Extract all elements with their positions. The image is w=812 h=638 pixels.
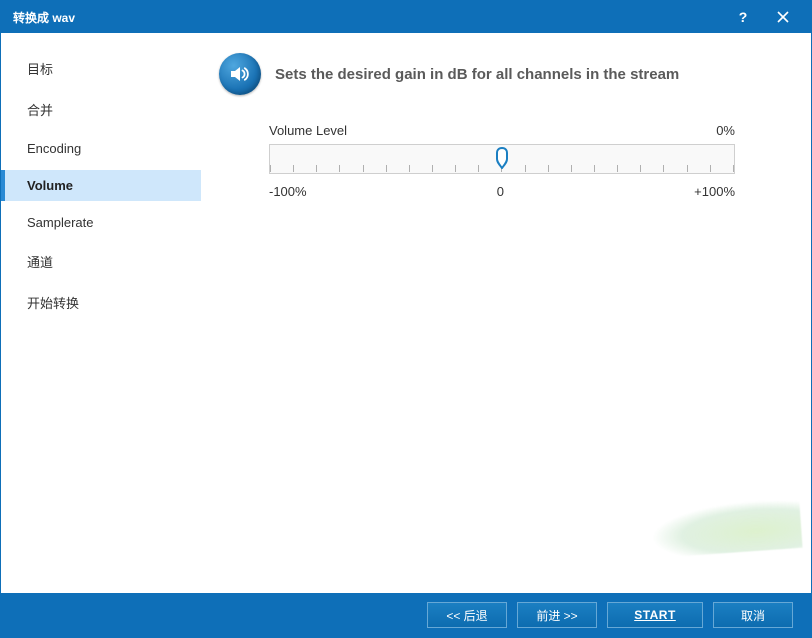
sidebar-item-channels[interactable]: 通道 (1, 244, 201, 279)
sidebar-item-volume[interactable]: Volume (1, 170, 201, 201)
range-min-label: -100% (269, 184, 307, 199)
range-max-label: +100% (694, 184, 735, 199)
volume-label-row: Volume Level 0% (219, 123, 785, 138)
watermark (649, 498, 802, 558)
sidebar-item-encoding[interactable]: Encoding (1, 133, 201, 164)
sidebar: 目标 合并 Encoding Volume Samplerate 通道 开始转换 (1, 33, 201, 593)
page-header: Sets the desired gain in dB for all chan… (219, 53, 785, 95)
close-icon (777, 11, 789, 23)
window-title: 转换成 wav (13, 9, 723, 26)
volume-icon (219, 53, 261, 95)
volume-slider[interactable] (269, 144, 735, 174)
volume-label: Volume Level (269, 123, 347, 138)
main-area: 目标 合并 Encoding Volume Samplerate 通道 开始转换… (1, 33, 811, 593)
next-button[interactable]: 前进 >> (517, 602, 597, 628)
titlebar: 转换成 wav ? (1, 1, 811, 33)
help-button[interactable]: ? (723, 1, 763, 33)
slider-thumb[interactable] (496, 147, 508, 169)
footer: << 后退 前进 >> START 取消 (1, 593, 811, 637)
page-heading: Sets the desired gain in dB for all chan… (275, 66, 679, 83)
slider-container (219, 144, 785, 174)
start-button[interactable]: START (607, 602, 703, 628)
slider-range-labels: -100% 0 +100% (219, 184, 785, 199)
sidebar-item-target[interactable]: 目标 (1, 51, 201, 86)
back-button[interactable]: << 后退 (427, 602, 507, 628)
close-button[interactable] (763, 1, 803, 33)
content-panel: Sets the desired gain in dB for all chan… (201, 33, 811, 593)
volume-value: 0% (716, 123, 735, 138)
cancel-button[interactable]: 取消 (713, 602, 793, 628)
range-mid-label: 0 (497, 184, 504, 199)
sidebar-item-merge[interactable]: 合并 (1, 92, 201, 127)
sidebar-item-start[interactable]: 开始转换 (1, 285, 201, 320)
sidebar-item-samplerate[interactable]: Samplerate (1, 207, 201, 238)
